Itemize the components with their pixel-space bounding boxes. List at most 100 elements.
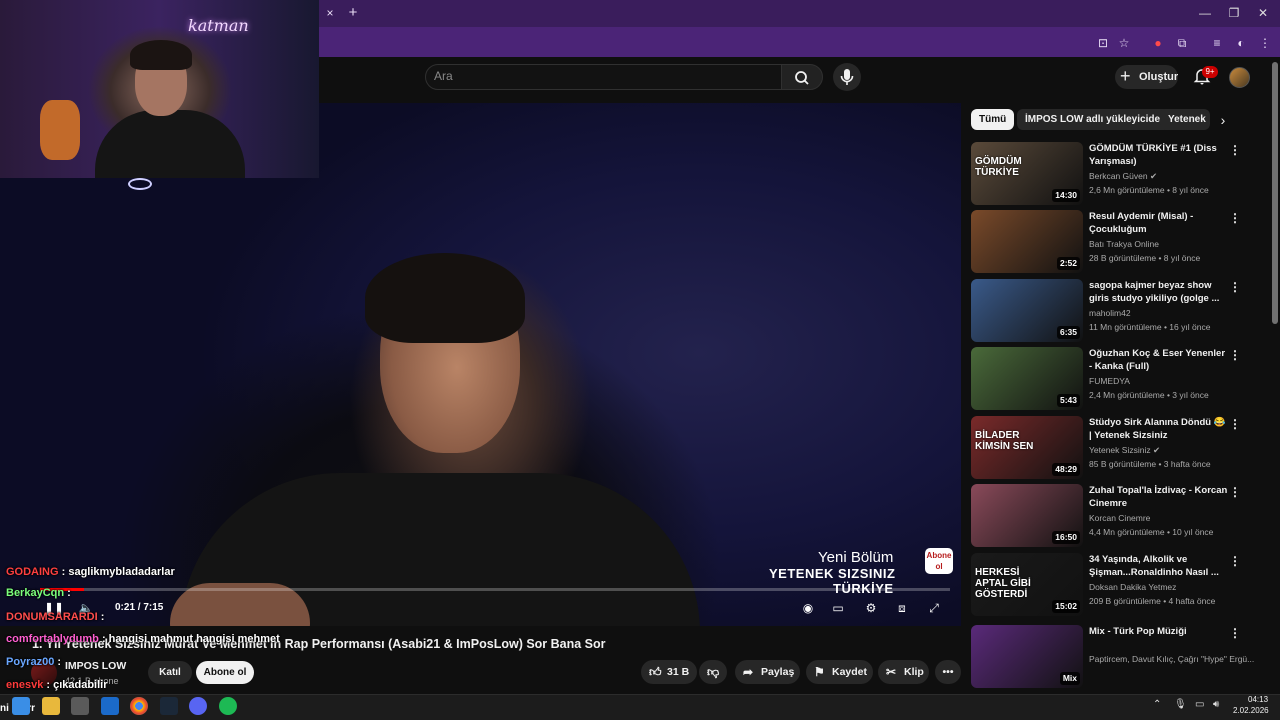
progress-bar[interactable] [40, 588, 950, 591]
more-vertical-icon[interactable]: ⋮ [1229, 553, 1241, 569]
new-tab-button[interactable]: + [345, 4, 361, 22]
more-actions-button[interactable]: ••• [935, 660, 961, 684]
recommendation-item[interactable]: 2:52 Resul Aydemir (Misal) - Çocukluğum Ba… [971, 210, 1261, 274]
search-input[interactable] [425, 64, 782, 90]
taskbar-clock-time[interactable]: 04:13 [1248, 695, 1268, 704]
subscribe-button[interactable]: Abone ol [196, 661, 254, 684]
share-button[interactable]: ➦ Paylaş [735, 660, 800, 684]
steam-icon[interactable] [160, 697, 178, 715]
recommendation-title[interactable]: Zuhal Topal'la İzdivaç - Korcan Cinemre [1089, 484, 1229, 510]
recommendation-item[interactable]: GÖMDÜM TÜRKİYE 14:30 GÖMDÜM TÜRKİYE #1 (Di… [971, 142, 1261, 206]
like-button[interactable]: 👍︎ 31 B [641, 660, 697, 684]
tray-chevron-up-icon[interactable]: ⌃ [1153, 699, 1161, 710]
tray-volume-icon[interactable]: 🔊︎ [1213, 699, 1219, 710]
more-vertical-icon[interactable]: ⋮ [1229, 484, 1241, 500]
like-count: 31 B [667, 666, 690, 678]
recommendation-thumbnail[interactable]: 5:43 [971, 347, 1083, 410]
recommendation-thumbnail[interactable]: 6:35 [971, 279, 1083, 342]
recommendation-item[interactable]: Mix Mix - Türk Pop Müziği Paptircem, Davut… [971, 625, 1261, 689]
chip-yetenek[interactable]: Yetenek [1160, 109, 1210, 130]
duration-badge: 16:50 [1052, 531, 1080, 544]
dislike-button[interactable]: 👎︎ [699, 660, 727, 684]
recommendation-title[interactable]: GÖMDÜM TÜRKİYE #1 (Diss Yarışması) [1089, 142, 1229, 168]
profile-avatar-icon[interactable]: ◐ [1232, 34, 1250, 52]
recommendation-item[interactable]: HERKESİ APTAL GİBİ GÖSTERDİ 15:02 34 Yaşın… [971, 553, 1261, 617]
recommendation-channel[interactable]: maholim42 [1089, 308, 1131, 318]
recommendation-title[interactable]: Resul Aydemir (Misal) - Çocukluğum [1089, 210, 1229, 236]
voice-search-button[interactable] [833, 63, 861, 91]
autoplay-toggle[interactable]: ◉ [800, 600, 816, 616]
fullscreen-icon[interactable]: ⤢ [926, 600, 942, 616]
file-explorer-icon[interactable] [42, 697, 60, 715]
share-arrow-icon: ➦ [743, 665, 754, 679]
recommendation-channel[interactable]: Berkcan Güven ✔ [1089, 171, 1157, 182]
recommendation-title[interactable]: Oğuzhan Koç & Eser Yenenler - Kanka (Ful… [1089, 347, 1229, 373]
recommendation-thumbnail[interactable]: 2:52 [971, 210, 1083, 273]
spotify-icon[interactable] [219, 697, 237, 715]
recommendation-channel[interactable]: Paptircem, Davut Kılıç, Çağrı "Hype" Erg… [1089, 654, 1254, 664]
webcam-streamer-body [95, 110, 245, 178]
channel-name[interactable]: IMPOS LOW [65, 660, 126, 672]
recommendation-channel[interactable]: Doksan Dakika Yetmez [1089, 582, 1176, 592]
window-minimize-button[interactable]: — [1196, 5, 1214, 21]
store-icon[interactable] [71, 697, 89, 715]
more-vertical-icon[interactable]: ⋮ [1229, 625, 1241, 641]
account-avatar[interactable] [1229, 67, 1250, 88]
chip-from-uploader[interactable]: İMPOS LOW adlı yükleyiciden [1017, 109, 1175, 130]
recommendation-thumbnail[interactable]: 16:50 [971, 484, 1083, 547]
browser-menu-icon[interactable]: ⋮ [1256, 34, 1274, 52]
recommendation-title[interactable]: sagopa kajmer beyaz show giris studyo yi… [1089, 279, 1229, 305]
extension-record-icon[interactable]: ● [1149, 34, 1167, 52]
search-button[interactable] [781, 64, 823, 90]
recommendation-channel[interactable]: Yetenek Sizsiniz ✔ [1089, 445, 1160, 456]
chip-all[interactable]: Tümü [971, 109, 1015, 130]
discord-icon[interactable] [189, 697, 207, 715]
recommendation-channel[interactable]: Korcan Cinemre [1089, 513, 1150, 523]
windows-start-icon[interactable] [12, 697, 30, 715]
recommendation-thumbnail[interactable]: BİLADER KİMSİN SEN 48:29 [971, 416, 1083, 479]
recommendation-meta: 2,6 Mn görüntüleme • 8 yıl önce [1089, 185, 1209, 195]
more-vertical-icon[interactable]: ⋮ [1229, 347, 1241, 363]
recommendation-title[interactable]: Stüdyo Sirk Alanına Döndü 😂 | Yetenek Si… [1089, 416, 1229, 442]
tray-display-icon[interactable]: ▭ [1195, 699, 1204, 710]
thumbs-down-icon: 👎︎ [707, 665, 720, 679]
join-button[interactable]: Katıl [148, 661, 192, 684]
recommendation-channel[interactable]: Batı Trakya Online [1089, 239, 1159, 249]
window-close-button[interactable]: ✕ [1254, 5, 1272, 21]
tab-close-icon[interactable]: × [322, 5, 338, 21]
tray-microphone-icon[interactable]: 🎙︎ [1174, 699, 1187, 710]
time-display: 0:21 / 7:15 [115, 602, 164, 613]
notification-count-badge: 9+ [1202, 66, 1218, 78]
settings-gear-icon[interactable]: ⚙ [863, 600, 879, 616]
install-app-icon[interactable]: ⊡ [1094, 34, 1112, 52]
extensions-icon[interactable]: ⧉ [1173, 34, 1191, 52]
recommendation-thumbnail[interactable]: GÖMDÜM TÜRKİYE 14:30 [971, 142, 1083, 205]
duration-badge: 6:35 [1056, 326, 1080, 339]
duration-badge: 48:29 [1052, 463, 1080, 476]
more-vertical-icon[interactable]: ⋮ [1229, 416, 1241, 432]
recommendation-item[interactable]: BİLADER KİMSİN SEN 48:29 Stüdyo Sirk Alanı… [971, 416, 1261, 480]
recommendation-channel[interactable]: FUMEDYA [1089, 376, 1130, 386]
more-vertical-icon[interactable]: ⋮ [1229, 279, 1241, 295]
bookmark-star-icon[interactable]: ☆ [1115, 34, 1133, 52]
clip-button[interactable]: ✂ Klip [878, 660, 929, 684]
more-vertical-icon[interactable]: ⋮ [1229, 210, 1241, 226]
more-vertical-icon[interactable]: ⋮ [1229, 142, 1241, 158]
recommendation-thumbnail[interactable]: HERKESİ APTAL GİBİ GÖSTERDİ 15:02 [971, 553, 1083, 616]
window-restore-button[interactable]: ❐ [1225, 5, 1243, 21]
media-control-icon[interactable]: ≡ [1208, 34, 1226, 52]
recommendation-item[interactable]: 5:43 Oğuzhan Koç & Eser Yenenler - Kanka … [971, 347, 1261, 411]
taskbar-clock-date[interactable]: 2.02.2026 [1233, 706, 1269, 715]
page-scrollbar[interactable] [1272, 62, 1278, 324]
chevron-right-icon[interactable]: › [1214, 110, 1232, 130]
recommendation-item[interactable]: 6:35 sagopa kajmer beyaz show giris study… [971, 279, 1261, 343]
chrome-icon[interactable] [130, 697, 148, 715]
recommendation-thumbnail[interactable]: Mix [971, 625, 1083, 688]
subtitles-icon[interactable]: ▭ [830, 600, 846, 616]
save-button[interactable]: ⚑ Kaydet [806, 660, 873, 684]
recommendation-title[interactable]: Mix - Türk Pop Müziği [1089, 625, 1229, 638]
recommendation-item[interactable]: 16:50 Zuhal Topal'la İzdivaç - Korcan Cin… [971, 484, 1261, 548]
outlook-icon[interactable] [101, 697, 119, 715]
miniplayer-icon[interactable]: ⧈ [894, 600, 910, 616]
recommendation-title[interactable]: 34 Yaşında, Alkolik ve Şişman...Ronaldin… [1089, 553, 1229, 579]
